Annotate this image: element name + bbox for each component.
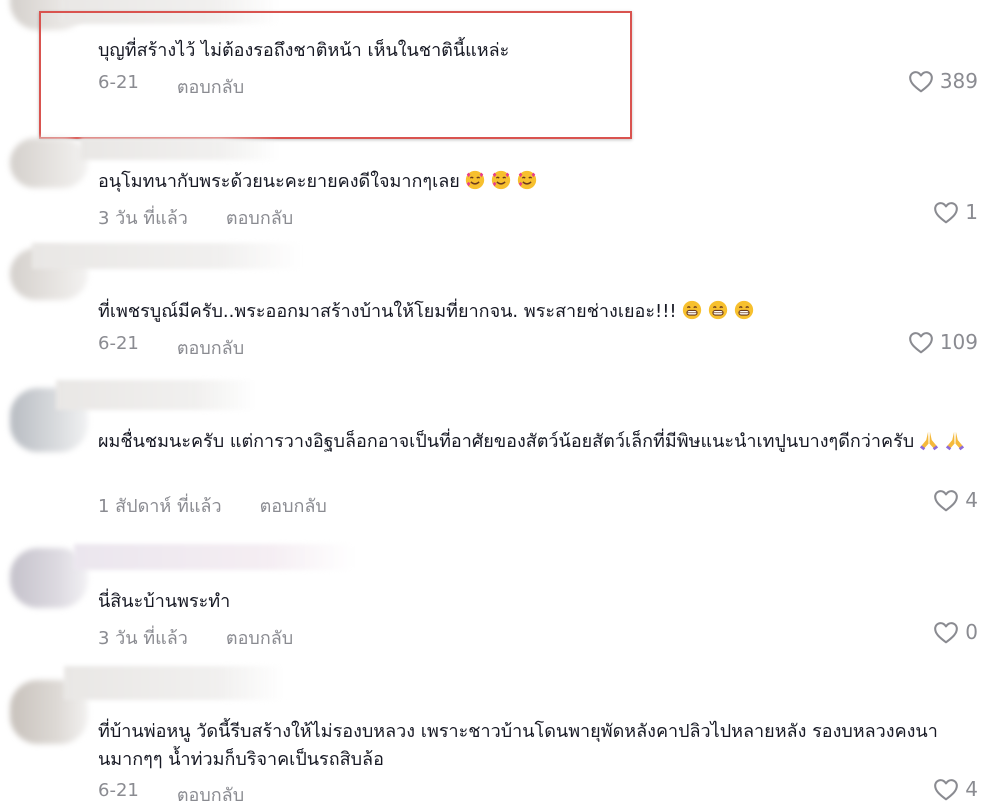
- folded-hands-icon: [920, 431, 939, 451]
- comment-item: บุญที่สร้างไว้ ไม่ต้องรอถึงชาติหน้า เห็น…: [0, 0, 996, 130]
- comment-date: 6-21: [98, 72, 139, 93]
- comment-text-body: อนุโมทนากับพระด้วยนะคะยายคงดีใจมากๆเลย: [98, 171, 460, 192]
- username-blurred[interactable]: [64, 666, 284, 700]
- heart-icon: [908, 332, 933, 354]
- comment-list: บุญที่สร้างไว้ ไม่ต้องรอถึงชาติหน้า เห็น…: [0, 0, 996, 810]
- comment-meta: 3 วัน ที่แล้ว ตอบกลับ: [98, 623, 293, 652]
- comment-date: 1 สัปดาห์ ที่แล้ว: [98, 496, 222, 517]
- comment-meta: 6-21 ตอบกลับ: [98, 780, 244, 809]
- like-count: 4: [965, 777, 978, 801]
- comment-meta: 1 สัปดาห์ ที่แล้ว ตอบกลับ: [98, 491, 327, 520]
- reply-button[interactable]: ตอบกลับ: [226, 203, 293, 232]
- comment-text: ผมชื่นชมนะครับ แต่การวางอิฐบล็อกอาจเป็นท…: [98, 428, 982, 456]
- comment-item: ผมชื่นชมนะครับ แต่การวางอิฐบล็อกอาจเป็นท…: [0, 370, 996, 530]
- comment-text-body: ที่เพชรบูณ์มีครับ..พระออกมาสร้างบ้านให้โ…: [98, 301, 677, 322]
- like-button[interactable]: 4: [933, 777, 978, 801]
- grinning-face-icon: [682, 300, 701, 320]
- like-button[interactable]: 0: [933, 620, 978, 644]
- comment-date: 6-21: [98, 780, 139, 801]
- like-count: 1: [965, 200, 978, 224]
- comment-item: อนุโมทนากับพระด้วยนะคะยายคงดีใจมากๆเลย 3…: [0, 130, 996, 240]
- like-button[interactable]: 109: [908, 330, 978, 354]
- smiling-face-with-hearts-icon: [517, 170, 536, 190]
- comment-date: 6-21: [98, 333, 139, 354]
- comment-meta: 3 วัน ที่แล้ว ตอบกลับ: [98, 203, 293, 232]
- like-button[interactable]: 4: [933, 488, 978, 512]
- comment-date: 3 วัน ที่แล้ว: [98, 628, 188, 649]
- reply-button[interactable]: ตอบกลับ: [177, 72, 244, 101]
- comment-text-body: ผมชื่นชมนะครับ แต่การวางอิฐบล็อกอาจเป็นท…: [98, 431, 915, 452]
- reply-button[interactable]: ตอบกลับ: [177, 780, 244, 809]
- comment-meta: 6-21 ตอบกลับ: [98, 72, 244, 101]
- grinning-face-icon: [734, 300, 753, 320]
- comment-text: อนุโมทนากับพระด้วยนะคะยายคงดีใจมากๆเลย: [98, 168, 982, 196]
- reply-button[interactable]: ตอบกลับ: [226, 623, 293, 652]
- like-count: 0: [965, 620, 978, 644]
- heart-icon: [934, 202, 959, 224]
- smiling-face-with-hearts-icon: [465, 170, 484, 190]
- avatar[interactable]: [10, 138, 88, 188]
- comment-text: ที่เพชรบูณ์มีครับ..พระออกมาสร้างบ้านให้โ…: [98, 298, 982, 326]
- folded-hands-icon: [946, 431, 965, 451]
- like-count: 4: [965, 488, 978, 512]
- comment-text: ที่บ้านพ่อหนู วัดนี้รีบสร้างให้ไม่รองบหล…: [98, 721, 938, 770]
- like-count: 389: [939, 69, 978, 93]
- username-blurred[interactable]: [56, 380, 256, 410]
- heart-icon: [934, 490, 959, 512]
- reply-button[interactable]: ตอบกลับ: [260, 491, 327, 520]
- like-button[interactable]: 389: [908, 69, 978, 93]
- username-blurred[interactable]: [60, 0, 280, 24]
- heart-icon: [934, 622, 959, 644]
- heart-icon: [908, 71, 933, 93]
- username-blurred[interactable]: [80, 138, 280, 160]
- reply-button[interactable]: ตอบกลับ: [177, 333, 244, 362]
- username-blurred[interactable]: [32, 243, 302, 269]
- heart-icon: [934, 779, 959, 801]
- grinning-face-icon: [708, 300, 727, 320]
- like-button[interactable]: 1: [933, 200, 978, 224]
- comment-meta: 6-21 ตอบกลับ: [98, 333, 244, 362]
- comment-item: นี่สินะบ้านพระทำ 3 วัน ที่แล้ว ตอบกลับ 0: [0, 530, 996, 660]
- comment-item: ที่เพชรบูณ์มีครับ..พระออกมาสร้างบ้านให้โ…: [0, 240, 996, 370]
- comment-text: นี่สินะบ้านพระทำ: [98, 591, 231, 612]
- username-blurred[interactable]: [74, 544, 354, 570]
- comment-date: 3 วัน ที่แล้ว: [98, 208, 188, 229]
- comment-item: ที่บ้านพ่อหนู วัดนี้รีบสร้างให้ไม่รองบหล…: [0, 660, 996, 810]
- smiling-face-with-hearts-icon: [491, 170, 510, 190]
- like-count: 109: [939, 330, 978, 354]
- comment-text: บุญที่สร้างไว้ ไม่ต้องรอถึงชาติหน้า เห็น…: [98, 40, 510, 61]
